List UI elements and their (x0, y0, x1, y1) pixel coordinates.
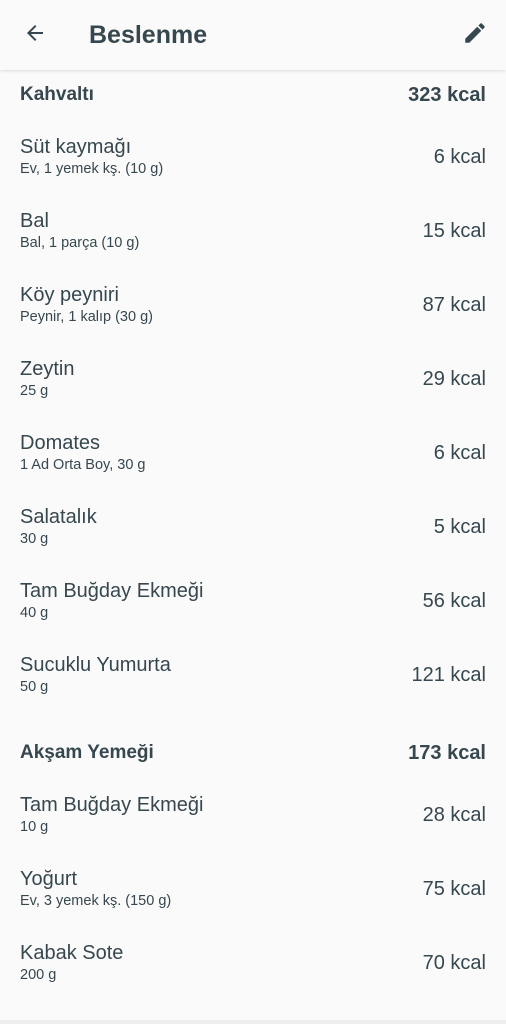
meal-header[interactable]: Kahvaltı 323 kcal (0, 70, 506, 120)
food-name: Süt kaymağı (20, 136, 132, 158)
bottom-divider (0, 1020, 506, 1024)
food-kcal: 70 kcal (422, 951, 486, 974)
food-name: Bal (20, 210, 49, 232)
food-name: Domates (20, 432, 101, 454)
meal-name: Akşam Yemeği (20, 742, 154, 763)
meal-name: Kahvaltı (20, 84, 94, 105)
arrow-left-icon (23, 21, 47, 50)
back-button[interactable] (14, 14, 56, 56)
page-title: Beslenme (89, 21, 208, 49)
meal-section-breakfast: Kahvaltı 323 kcal Süt kaymağı Ev, 1 yeme… (0, 70, 506, 712)
food-portion: 50 g (20, 679, 49, 695)
food-kcal: 29 kcal (422, 367, 486, 390)
food-item[interactable]: Tam Buğday Ekmeği 10 g 28 kcal (0, 778, 506, 852)
meal-total-kcal: 173 kcal (408, 741, 486, 764)
food-name: Salatalık (20, 506, 97, 528)
food-portion: 10 g (20, 819, 49, 835)
food-kcal: 6 kcal (433, 441, 486, 464)
food-item[interactable]: Kabak Sote 200 g 70 kcal (0, 926, 506, 1000)
food-item[interactable]: Bal Bal, 1 parça (10 g) 15 kcal (0, 194, 506, 268)
app-bar: Beslenme (0, 0, 506, 70)
nutrition-screen: Beslenme Kahvaltı 323 kcal Süt kaymağı E… (0, 0, 506, 1024)
edit-button[interactable] (454, 14, 496, 56)
food-name: Tam Buğday Ekmeği (20, 580, 204, 602)
food-name: Zeytin (20, 358, 75, 380)
food-portion: 1 Ad Orta Boy, 30 g (20, 457, 146, 473)
food-item[interactable]: Zeytin 25 g 29 kcal (0, 342, 506, 416)
food-item[interactable]: Süt kaymağı Ev, 1 yemek kş. (10 g) 6 kca… (0, 120, 506, 194)
food-portion: 25 g (20, 383, 49, 399)
meal-total-kcal: 323 kcal (408, 83, 486, 106)
food-kcal: 121 kcal (411, 663, 487, 686)
food-portion: 30 g (20, 531, 49, 547)
meal-section-dinner: Akşam Yemeği 173 kcal Tam Buğday Ekmeği … (0, 728, 506, 1000)
food-name: Sucuklu Yumurta (20, 654, 171, 676)
food-name: Kabak Sote (20, 942, 124, 964)
food-kcal: 56 kcal (422, 589, 486, 612)
food-kcal: 75 kcal (422, 877, 486, 900)
food-item[interactable]: Sucuklu Yumurta 50 g 121 kcal (0, 638, 506, 712)
food-kcal: 28 kcal (422, 803, 486, 826)
food-portion: Ev, 1 yemek kş. (10 g) (20, 161, 164, 177)
food-kcal: 87 kcal (422, 293, 486, 316)
meal-header[interactable]: Akşam Yemeği 173 kcal (0, 728, 506, 778)
meal-list: Kahvaltı 323 kcal Süt kaymağı Ev, 1 yeme… (0, 70, 506, 1000)
food-name: Tam Buğday Ekmeği (20, 794, 204, 816)
pencil-icon (462, 20, 488, 51)
food-kcal: 15 kcal (422, 219, 486, 242)
food-item[interactable]: Yoğurt Ev, 3 yemek kş. (150 g) 75 kcal (0, 852, 506, 926)
food-kcal: 5 kcal (433, 515, 486, 538)
food-name: Yoğurt (20, 868, 78, 890)
food-portion: 200 g (20, 967, 57, 983)
food-kcal: 6 kcal (433, 145, 486, 168)
food-item[interactable]: Salatalık 30 g 5 kcal (0, 490, 506, 564)
food-portion: Peynir, 1 kalıp (30 g) (20, 309, 153, 325)
food-portion: 40 g (20, 605, 49, 621)
food-name: Köy peyniri (20, 284, 119, 306)
food-item[interactable]: Domates 1 Ad Orta Boy, 30 g 6 kcal (0, 416, 506, 490)
food-item[interactable]: Köy peyniri Peynir, 1 kalıp (30 g) 87 kc… (0, 268, 506, 342)
food-item[interactable]: Tam Buğday Ekmeği 40 g 56 kcal (0, 564, 506, 638)
food-portion: Bal, 1 parça (10 g) (20, 235, 140, 251)
food-portion: Ev, 3 yemek kş. (150 g) (20, 893, 172, 909)
